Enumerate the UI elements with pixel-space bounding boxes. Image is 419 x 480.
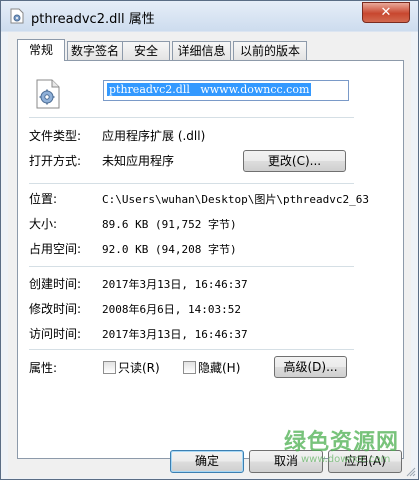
- tab-general[interactable]: 常规: [17, 39, 65, 61]
- hidden-label[interactable]: 隐藏(H): [198, 359, 240, 376]
- title-bar[interactable]: pthreadvc2.dll 属性 ✕: [1, 1, 418, 31]
- general-panel: pthreadvc2.dll wwww.downcc.com 文件类型: 应用程…: [17, 60, 404, 459]
- separator: [29, 266, 354, 267]
- separator: [29, 349, 354, 350]
- readonly-checkbox[interactable]: [103, 361, 116, 374]
- open-with-label: 打开方式:: [29, 154, 82, 168]
- file-type-label: 文件类型:: [29, 129, 82, 143]
- tab-digital-signature[interactable]: 数字签名: [67, 41, 123, 60]
- modified-label: 修改时间:: [29, 302, 82, 316]
- location-label: 位置:: [29, 192, 58, 206]
- separator: [29, 183, 354, 184]
- separator: [29, 117, 354, 118]
- size-on-disk-value: 92.0 KB (94,208 字节): [102, 243, 237, 256]
- watermark-text: 绿色资源网: [284, 430, 400, 455]
- ok-button[interactable]: 确定: [170, 450, 244, 473]
- accessed-value: 2017年3月13日, 16:46:37: [102, 328, 248, 341]
- change-button[interactable]: 更改(C)...: [243, 150, 346, 172]
- size-value: 89.6 KB (91,752 字节): [102, 218, 237, 231]
- window-title: pthreadvc2.dll 属性: [31, 12, 155, 27]
- created-label: 创建时间:: [29, 277, 82, 291]
- client-area: 常规 数字签名 安全 详细信息 以前的版本 pthreadvc2.dll www…: [8, 32, 411, 478]
- accessed-label: 访问时间:: [29, 327, 82, 341]
- tab-previous-versions[interactable]: 以前的版本: [233, 41, 307, 60]
- tab-security[interactable]: 安全: [122, 41, 170, 60]
- created-value: 2017年3月13日, 16:46:37: [102, 278, 248, 291]
- readonly-label[interactable]: 只读(R): [118, 359, 160, 376]
- advanced-button[interactable]: 高级(D)...: [274, 356, 347, 378]
- resize-grip-icon[interactable]: [406, 467, 416, 477]
- tab-details[interactable]: 详细信息: [172, 41, 231, 60]
- file-type-value: 应用程序扩展 (.dll): [102, 129, 206, 143]
- location-value: C:\Users\wuhan\Desktop\图片\pthreadvc2_63: [102, 193, 370, 206]
- properties-window: pthreadvc2.dll 属性 ✕ 常规 数字签名 安全 详细信息 以前的版…: [0, 0, 419, 480]
- watermark-url: www.downcc.com: [301, 454, 391, 465]
- modified-value: 2008年6月6日, 14:03:52: [102, 303, 241, 316]
- attributes-label: 属性:: [29, 361, 58, 375]
- dll-file-icon: [10, 8, 24, 24]
- close-button[interactable]: ✕: [362, 2, 410, 23]
- file-name-input[interactable]: pthreadvc2.dll wwww.downcc.com: [103, 80, 349, 101]
- dll-file-icon: [36, 79, 60, 109]
- hidden-checkbox[interactable]: [183, 361, 196, 374]
- open-with-value: 未知应用程序: [102, 154, 175, 168]
- file-name-value[interactable]: pthreadvc2.dll wwww.downcc.com: [107, 83, 312, 96]
- size-label: 大小:: [29, 217, 58, 231]
- size-on-disk-label: 占用空间:: [29, 242, 82, 256]
